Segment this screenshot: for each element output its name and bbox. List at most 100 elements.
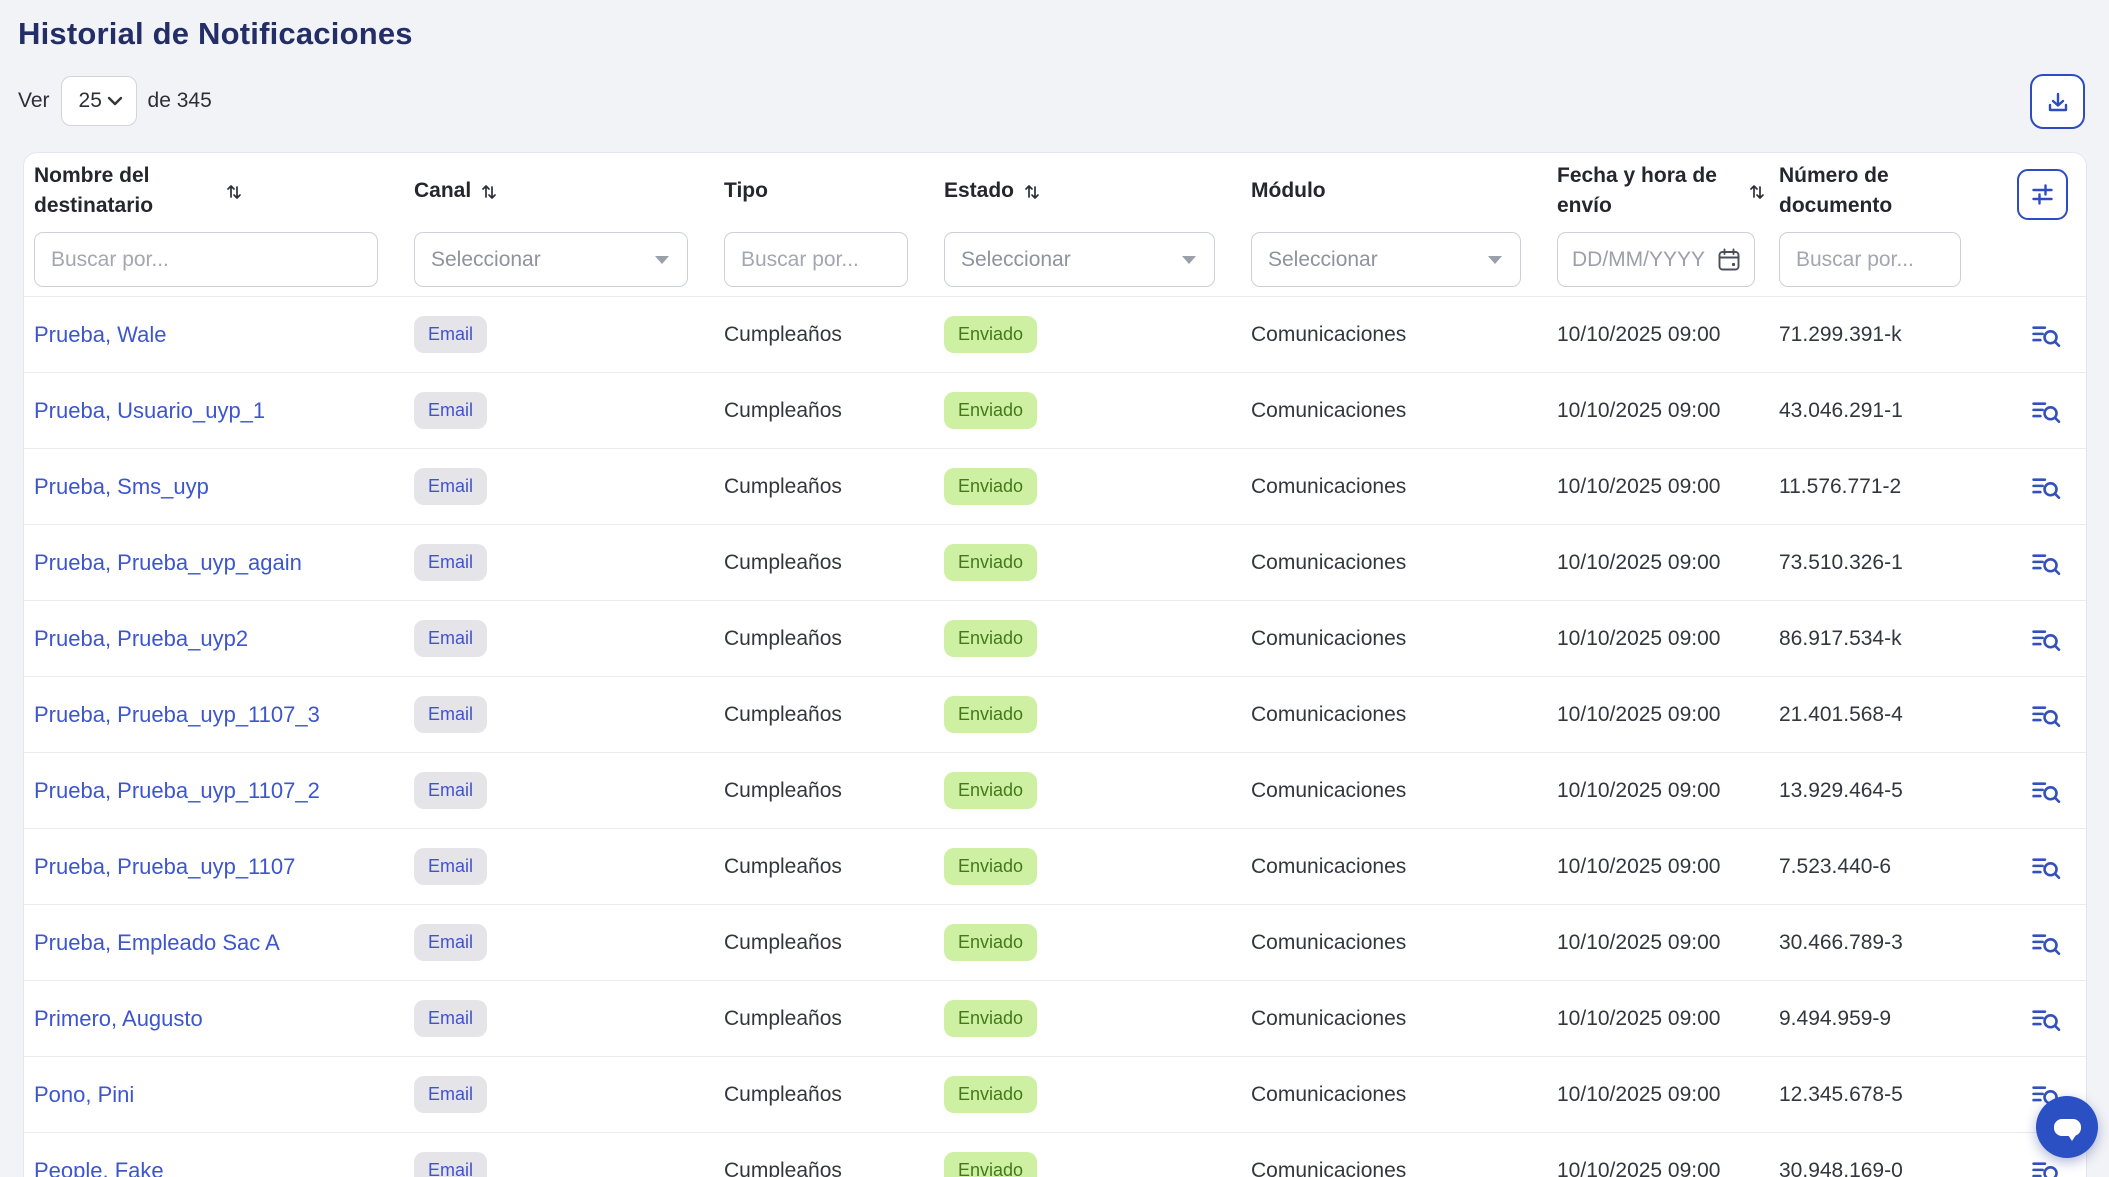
chevron-down-icon (106, 92, 124, 110)
canal-badge: Email (414, 924, 487, 961)
tipo-cell: Cumpleaños (724, 1007, 842, 1030)
status-badge: Enviado (944, 1076, 1037, 1113)
pager: Ver 25 de 345 (18, 76, 212, 126)
status-badge: Enviado (944, 468, 1037, 505)
column-header-nombre[interactable]: Nombre del destinatario (24, 161, 404, 222)
recipient-link[interactable]: People, Fake (34, 1158, 164, 1177)
modulo-cell: Comunicaciones (1251, 703, 1406, 726)
sliders-icon (2029, 181, 2056, 208)
recipient-link[interactable]: Primero, Augusto (34, 1006, 203, 1031)
status-badge: Enviado (944, 544, 1037, 581)
download-button[interactable] (2030, 74, 2085, 129)
recipient-link[interactable]: Prueba, Prueba_uyp_1107_2 (34, 778, 320, 803)
filter-canal-select[interactable]: Seleccionar (414, 232, 688, 287)
modulo-cell: Comunicaciones (1251, 855, 1406, 878)
fecha-cell: 10/10/2025 09:00 (1557, 627, 1721, 650)
recipient-link[interactable]: Pono, Pini (34, 1082, 134, 1107)
fecha-cell: 10/10/2025 09:00 (1557, 551, 1721, 574)
canal-badge: Email (414, 1076, 487, 1113)
fecha-cell: 10/10/2025 09:00 (1557, 855, 1721, 878)
sort-arrows-icon[interactable] (480, 182, 498, 201)
filter-tipo-input[interactable] (724, 232, 908, 287)
sort-arrows-icon[interactable] (1023, 182, 1041, 201)
documento-cell: 43.046.291-1 (1779, 399, 1903, 422)
recipient-link[interactable]: Prueba, Empleado Sac A (34, 930, 280, 955)
column-header-fecha[interactable]: Fecha y hora de envío (1547, 161, 1769, 222)
view-detail-button[interactable] (2031, 854, 2061, 880)
sort-arrows-icon[interactable] (1748, 182, 1766, 201)
view-detail-button[interactable] (2031, 398, 2061, 424)
recipient-link[interactable]: Prueba, Wale (34, 322, 166, 347)
table-row: Prueba, Prueba_uyp_again Email Cumpleaño… (24, 525, 2086, 601)
status-badge: Enviado (944, 392, 1037, 429)
view-detail-button[interactable] (2031, 1006, 2061, 1032)
filter-modulo-select[interactable]: Seleccionar (1251, 232, 1521, 287)
view-detail-button[interactable] (2031, 930, 2061, 956)
column-header-modulo: Módulo (1241, 176, 1547, 206)
canal-badge: Email (414, 1000, 487, 1037)
canal-badge: Email (414, 392, 487, 429)
table-row: People, Fake Email Cumpleaños Enviado Co… (24, 1133, 2086, 1177)
table-row: Prueba, Prueba_uyp_1107_3 Email Cumpleañ… (24, 677, 2086, 753)
column-header-estado[interactable]: Estado (934, 176, 1241, 206)
recipient-link[interactable]: Prueba, Prueba_uyp_1107 (34, 854, 295, 879)
documento-cell: 11.576.771-2 (1779, 475, 1901, 498)
modulo-cell: Comunicaciones (1251, 1083, 1406, 1106)
canal-badge: Email (414, 696, 487, 733)
calendar-icon[interactable] (1716, 247, 1742, 273)
pager-prefix-label: Ver (18, 89, 50, 113)
view-detail-button[interactable] (2031, 1158, 2061, 1177)
canal-badge: Email (414, 772, 487, 809)
filter-fecha-date-input[interactable]: DD/MM/YYYY (1557, 232, 1755, 287)
tipo-cell: Cumpleaños (724, 855, 842, 878)
filter-nombre-input[interactable] (34, 232, 378, 287)
fecha-cell: 10/10/2025 09:00 (1557, 1007, 1721, 1030)
view-detail-button[interactable] (2031, 778, 2061, 804)
documento-cell: 71.299.391-k (1779, 323, 1902, 346)
page-size-value: 25 (79, 89, 102, 113)
canal-badge: Email (414, 468, 487, 505)
filter-estado-select[interactable]: Seleccionar (944, 232, 1215, 287)
recipient-link[interactable]: Prueba, Prueba_uyp_again (34, 550, 302, 575)
list-search-icon (2031, 398, 2061, 424)
tipo-cell: Cumpleaños (724, 1159, 842, 1177)
recipient-link[interactable]: Prueba, Prueba_uyp2 (34, 626, 248, 651)
column-header-documento: Número de documento (1769, 161, 2004, 222)
table-row: Prueba, Sms_uyp Email Cumpleaños Enviado… (24, 449, 2086, 525)
sort-arrows-icon[interactable] (225, 182, 243, 201)
documento-cell: 86.917.534-k (1779, 627, 1902, 650)
recipient-link[interactable]: Prueba, Sms_uyp (34, 474, 209, 499)
table-row: Prueba, Empleado Sac A Email Cumpleaños … (24, 905, 2086, 981)
list-search-icon (2031, 778, 2061, 804)
table-filter-row: Seleccionar Seleccionar Seleccionar DD/M… (24, 223, 2086, 297)
column-settings-button[interactable] (2017, 169, 2068, 220)
view-detail-button[interactable] (2031, 702, 2061, 728)
table-row: Prueba, Wale Email Cumpleaños Enviado Co… (24, 297, 2086, 373)
tipo-cell: Cumpleaños (724, 1083, 842, 1106)
chat-bubble-icon (2054, 1119, 2081, 1136)
view-detail-button[interactable] (2031, 626, 2061, 652)
table-row: Prueba, Prueba_uyp2 Email Cumpleaños Env… (24, 601, 2086, 677)
page-size-select[interactable]: 25 (61, 76, 137, 126)
tipo-cell: Cumpleaños (724, 399, 842, 422)
modulo-cell: Comunicaciones (1251, 475, 1406, 498)
column-header-canal[interactable]: Canal (404, 176, 714, 206)
table-row: Pono, Pini Email Cumpleaños Enviado Comu… (24, 1057, 2086, 1133)
tipo-cell: Cumpleaños (724, 627, 842, 650)
page-title: Historial de Notificaciones (18, 16, 413, 52)
view-detail-button[interactable] (2031, 322, 2061, 348)
recipient-link[interactable]: Prueba, Prueba_uyp_1107_3 (34, 702, 320, 727)
modulo-cell: Comunicaciones (1251, 779, 1406, 802)
fecha-cell: 10/10/2025 09:00 (1557, 931, 1721, 954)
recipient-link[interactable]: Prueba, Usuario_uyp_1 (34, 398, 265, 423)
view-detail-button[interactable] (2031, 474, 2061, 500)
download-icon (2045, 90, 2071, 114)
filter-documento-input[interactable] (1779, 232, 1961, 287)
chat-launcher-button[interactable] (2036, 1096, 2098, 1158)
table-row: Prueba, Prueba_uyp_1107 Email Cumpleaños… (24, 829, 2086, 905)
list-search-icon (2031, 1006, 2061, 1032)
modulo-cell: Comunicaciones (1251, 323, 1406, 346)
notifications-table: Nombre del destinatario Canal Tipo Estad… (23, 152, 2087, 1177)
view-detail-button[interactable] (2031, 550, 2061, 576)
tipo-cell: Cumpleaños (724, 779, 842, 802)
